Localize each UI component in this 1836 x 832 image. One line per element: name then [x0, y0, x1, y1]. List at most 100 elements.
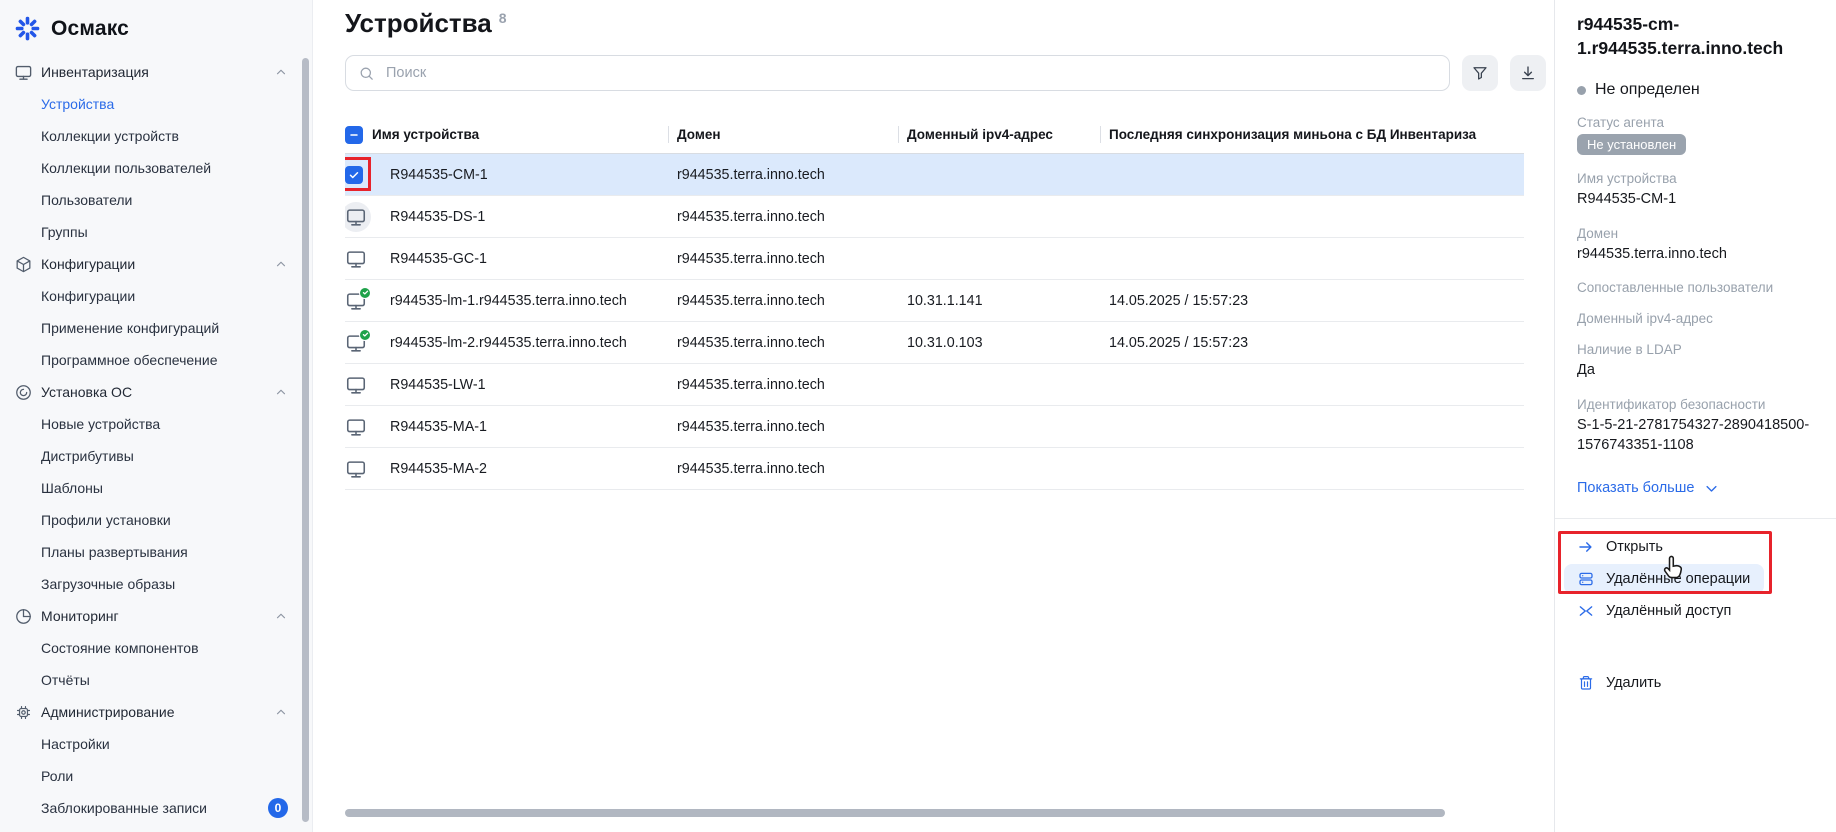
sidebar-item-user-collections[interactable]: Коллекции пользователей — [0, 152, 312, 184]
device-domain-cell: r944535.terra.inno.tech — [668, 447, 898, 490]
device-icon — [345, 206, 367, 228]
device-sync-cell — [1100, 195, 1524, 238]
sidebar-item-users[interactable]: Пользователи — [0, 184, 312, 216]
open-button[interactable]: Открыть — [1564, 532, 1677, 562]
sidebar-item-label: Устройства — [41, 96, 115, 112]
show-more-link[interactable]: Показать больше — [1577, 480, 1816, 496]
sidebar-item-roles[interactable]: Роли — [0, 760, 312, 792]
app-logo-icon — [15, 16, 40, 41]
table-row[interactable]: R944535-LW-1 r944535.terra.inno.tech — [345, 363, 1524, 406]
device-ip-cell — [898, 237, 1100, 280]
app-logo[interactable]: Осмакс — [0, 0, 312, 54]
sidebar-item-label: Заблокированные записи — [41, 800, 207, 816]
device-domain-cell: r944535.terra.inno.tech — [668, 153, 898, 196]
device-domain-cell: r944535.terra.inno.tech — [668, 195, 898, 238]
column-header-ip[interactable]: Доменный ipv4-адрес — [898, 116, 1100, 154]
device-ip-cell — [898, 363, 1100, 406]
show-more-label: Показать больше — [1577, 480, 1695, 497]
pie-chart-icon — [16, 608, 31, 624]
sidebar-item-label: Новые устройства — [41, 416, 161, 432]
sidebar-nav: Инвентаризация Устройства Коллекции устр… — [0, 56, 312, 824]
device-ip-cell — [898, 153, 1100, 196]
domain-value: r944535.terra.inno.tech — [1577, 245, 1727, 262]
sidebar-item-label: Роли — [41, 768, 74, 784]
sidebar-item-config-apply[interactable]: Применение конфигураций — [0, 312, 312, 344]
chevron-up-icon — [276, 709, 286, 715]
sidebar-item-software[interactable]: Программное обеспечение — [0, 344, 312, 376]
remote-access-label: Удалённый доступ — [1606, 603, 1732, 620]
sidebar-section-configurations[interactable]: Конфигурации — [0, 248, 312, 280]
sidebar-item-label: Группы — [41, 224, 88, 240]
device-actions: Открыть Удалённые операции Удалённый дос… — [1564, 532, 1816, 698]
chip-icon — [16, 705, 31, 719]
device-name-cell: R944535-MA-1 — [372, 405, 668, 448]
device-name-cell: r944535-lm-1.r944535.terra.inno.tech — [372, 279, 668, 322]
sidebar-item-label: Состояние компонентов — [41, 640, 199, 656]
section-label: Инвентаризация — [41, 64, 149, 80]
table-row[interactable]: R944535-MA-2 r944535.terra.inno.tech — [345, 447, 1524, 490]
table-row[interactable]: R944535-GC-1 r944535.terra.inno.tech — [345, 237, 1524, 280]
device-icon — [345, 328, 371, 354]
column-header-name[interactable]: Имя устройства — [372, 116, 668, 154]
sidebar-item-groups[interactable]: Группы — [0, 216, 312, 248]
search-input[interactable] — [384, 64, 1437, 82]
sidebar-item-reports[interactable]: Отчёты — [0, 664, 312, 696]
remote-operations-button[interactable]: Удалённые операции — [1564, 564, 1765, 595]
devices-table: Имя устройства Домен Доменный ipv4-адрес… — [345, 116, 1524, 490]
sidebar-item-blocked-accounts[interactable]: Заблокированные записи 0 — [0, 792, 312, 824]
sidebar-item-settings[interactable]: Настройки — [0, 728, 312, 760]
section-label: Установка ОС — [41, 384, 133, 400]
section-label: Администрирование — [41, 704, 175, 720]
table-row[interactable]: R944535-DS-1 r944535.terra.inno.tech — [345, 195, 1524, 238]
sidebar-item-label: Шаблоны — [41, 480, 103, 496]
section-label: Мониторинг — [41, 608, 119, 624]
sidebar-item-distributions[interactable]: Дистрибутивы — [0, 440, 312, 472]
device-icon — [345, 248, 367, 270]
device-name-value: R944535-CM-1 — [1577, 191, 1677, 208]
sidebar-item-deployment-plans[interactable]: Планы развертывания — [0, 536, 312, 568]
sidebar-item-devices[interactable]: Устройства — [0, 88, 312, 120]
table-row[interactable]: r944535-lm-2.r944535.terra.inno.tech r94… — [345, 321, 1524, 364]
sidebar-item-label: Дистрибутивы — [41, 448, 134, 464]
sidebar-item-new-devices[interactable]: Новые устройства — [0, 408, 312, 440]
indeterminate-icon — [350, 133, 358, 136]
chevron-down-icon — [1706, 485, 1717, 492]
column-header-domain[interactable]: Домен — [668, 116, 898, 154]
select-all-checkbox[interactable] — [345, 125, 363, 144]
device-name-cell: R944535-DS-1 — [372, 195, 668, 238]
filter-button[interactable] — [1462, 55, 1498, 91]
search-box[interactable] — [345, 55, 1450, 91]
sidebar-section-inventory[interactable]: Инвентаризация — [0, 56, 312, 88]
remote-access-button[interactable]: Удалённый доступ — [1564, 596, 1745, 626]
section-label: Конфигурации — [41, 256, 136, 272]
agent-status-label: Статус агента — [1577, 115, 1665, 131]
row-checkbox[interactable] — [345, 165, 363, 184]
device-sync-cell — [1100, 153, 1524, 196]
sidebar-section-monitoring[interactable]: Мониторинг — [0, 600, 312, 632]
device-detail-panel: r944535-cm-1.r944535.terra.inno.tech Не … — [1554, 0, 1836, 832]
chevron-up-icon — [276, 69, 286, 75]
sidebar-item-configurations[interactable]: Конфигурации — [0, 280, 312, 312]
sidebar-item-device-collections[interactable]: Коллекции устройств — [0, 120, 312, 152]
sidebar-item-boot-images[interactable]: Загрузочные образы — [0, 568, 312, 600]
column-header-sync[interactable]: Последняя синхронизация миньона с БД Инв… — [1100, 116, 1524, 154]
table-horizontal-scrollbar[interactable] — [345, 809, 1445, 817]
sid-value: S-1-5-21-2781754327-2890418500-157674335… — [1577, 416, 1810, 453]
search-icon — [360, 67, 373, 80]
export-button[interactable] — [1510, 55, 1546, 91]
sidebar-section-os-install[interactable]: Установка ОС — [0, 376, 312, 408]
os-disc-icon — [16, 384, 31, 400]
sidebar-scrollbar[interactable] — [302, 58, 309, 822]
device-name-label: Имя устройства — [1577, 171, 1677, 187]
sidebar-item-component-status[interactable]: Состояние компонентов — [0, 632, 312, 664]
domain-label: Домен — [1577, 225, 1619, 241]
table-row[interactable]: r944535-lm-1.r944535.terra.inno.tech r94… — [345, 279, 1524, 322]
delete-button[interactable]: Удалить — [1564, 668, 1675, 698]
device-sync-cell — [1100, 447, 1524, 490]
sidebar-section-administration[interactable]: Администрирование — [0, 696, 312, 728]
sidebar-item-install-profiles[interactable]: Профили установки — [0, 504, 312, 536]
sidebar-item-templates[interactable]: Шаблоны — [0, 472, 312, 504]
table-row[interactable]: R944535-MA-1 r944535.terra.inno.tech — [345, 405, 1524, 448]
blocked-accounts-count-badge: 0 — [268, 798, 288, 818]
table-row[interactable]: R944535-CM-1 r944535.terra.inno.tech — [345, 153, 1524, 196]
